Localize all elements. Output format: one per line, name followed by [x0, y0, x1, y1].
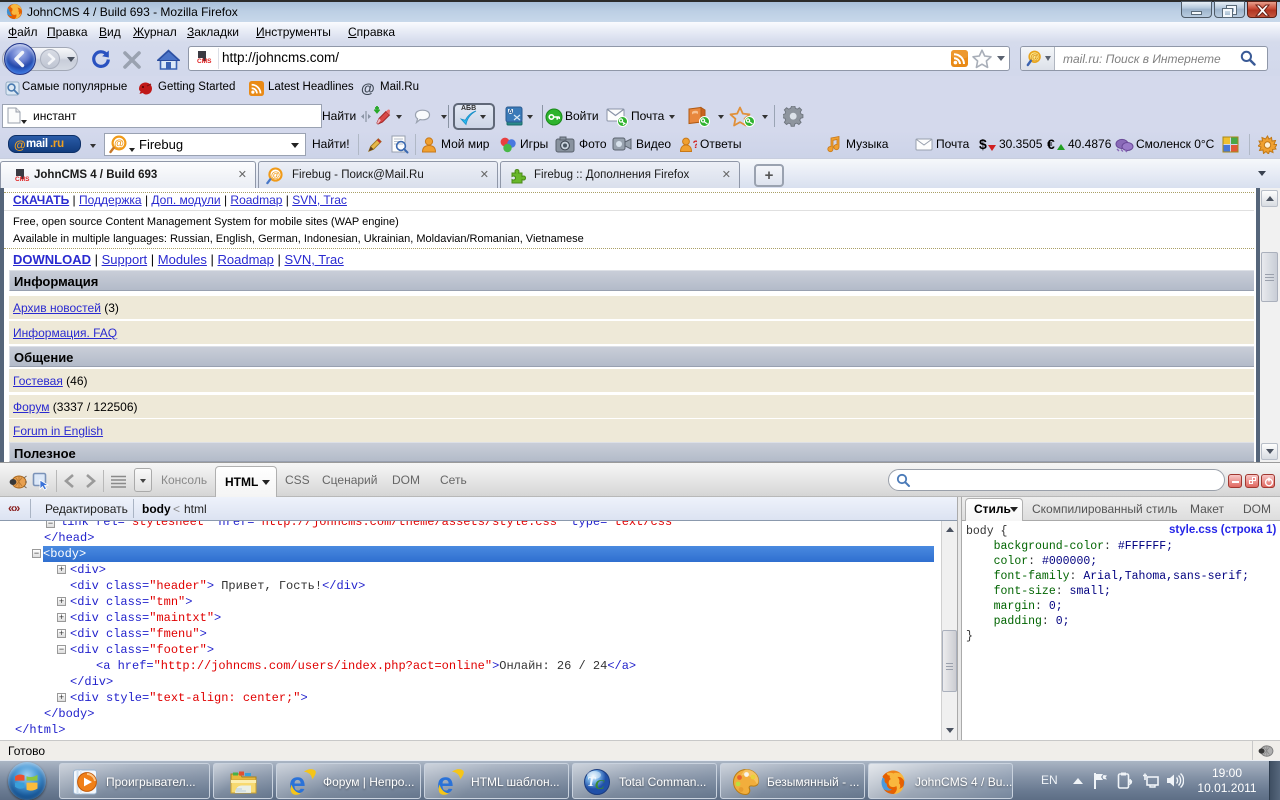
svg-text:?: ? — [693, 139, 698, 151]
svg-text:@: @ — [271, 170, 280, 181]
svg-text:A: A — [508, 107, 514, 116]
svg-text:C: C — [595, 778, 605, 793]
svg-text:@: @ — [114, 139, 124, 150]
